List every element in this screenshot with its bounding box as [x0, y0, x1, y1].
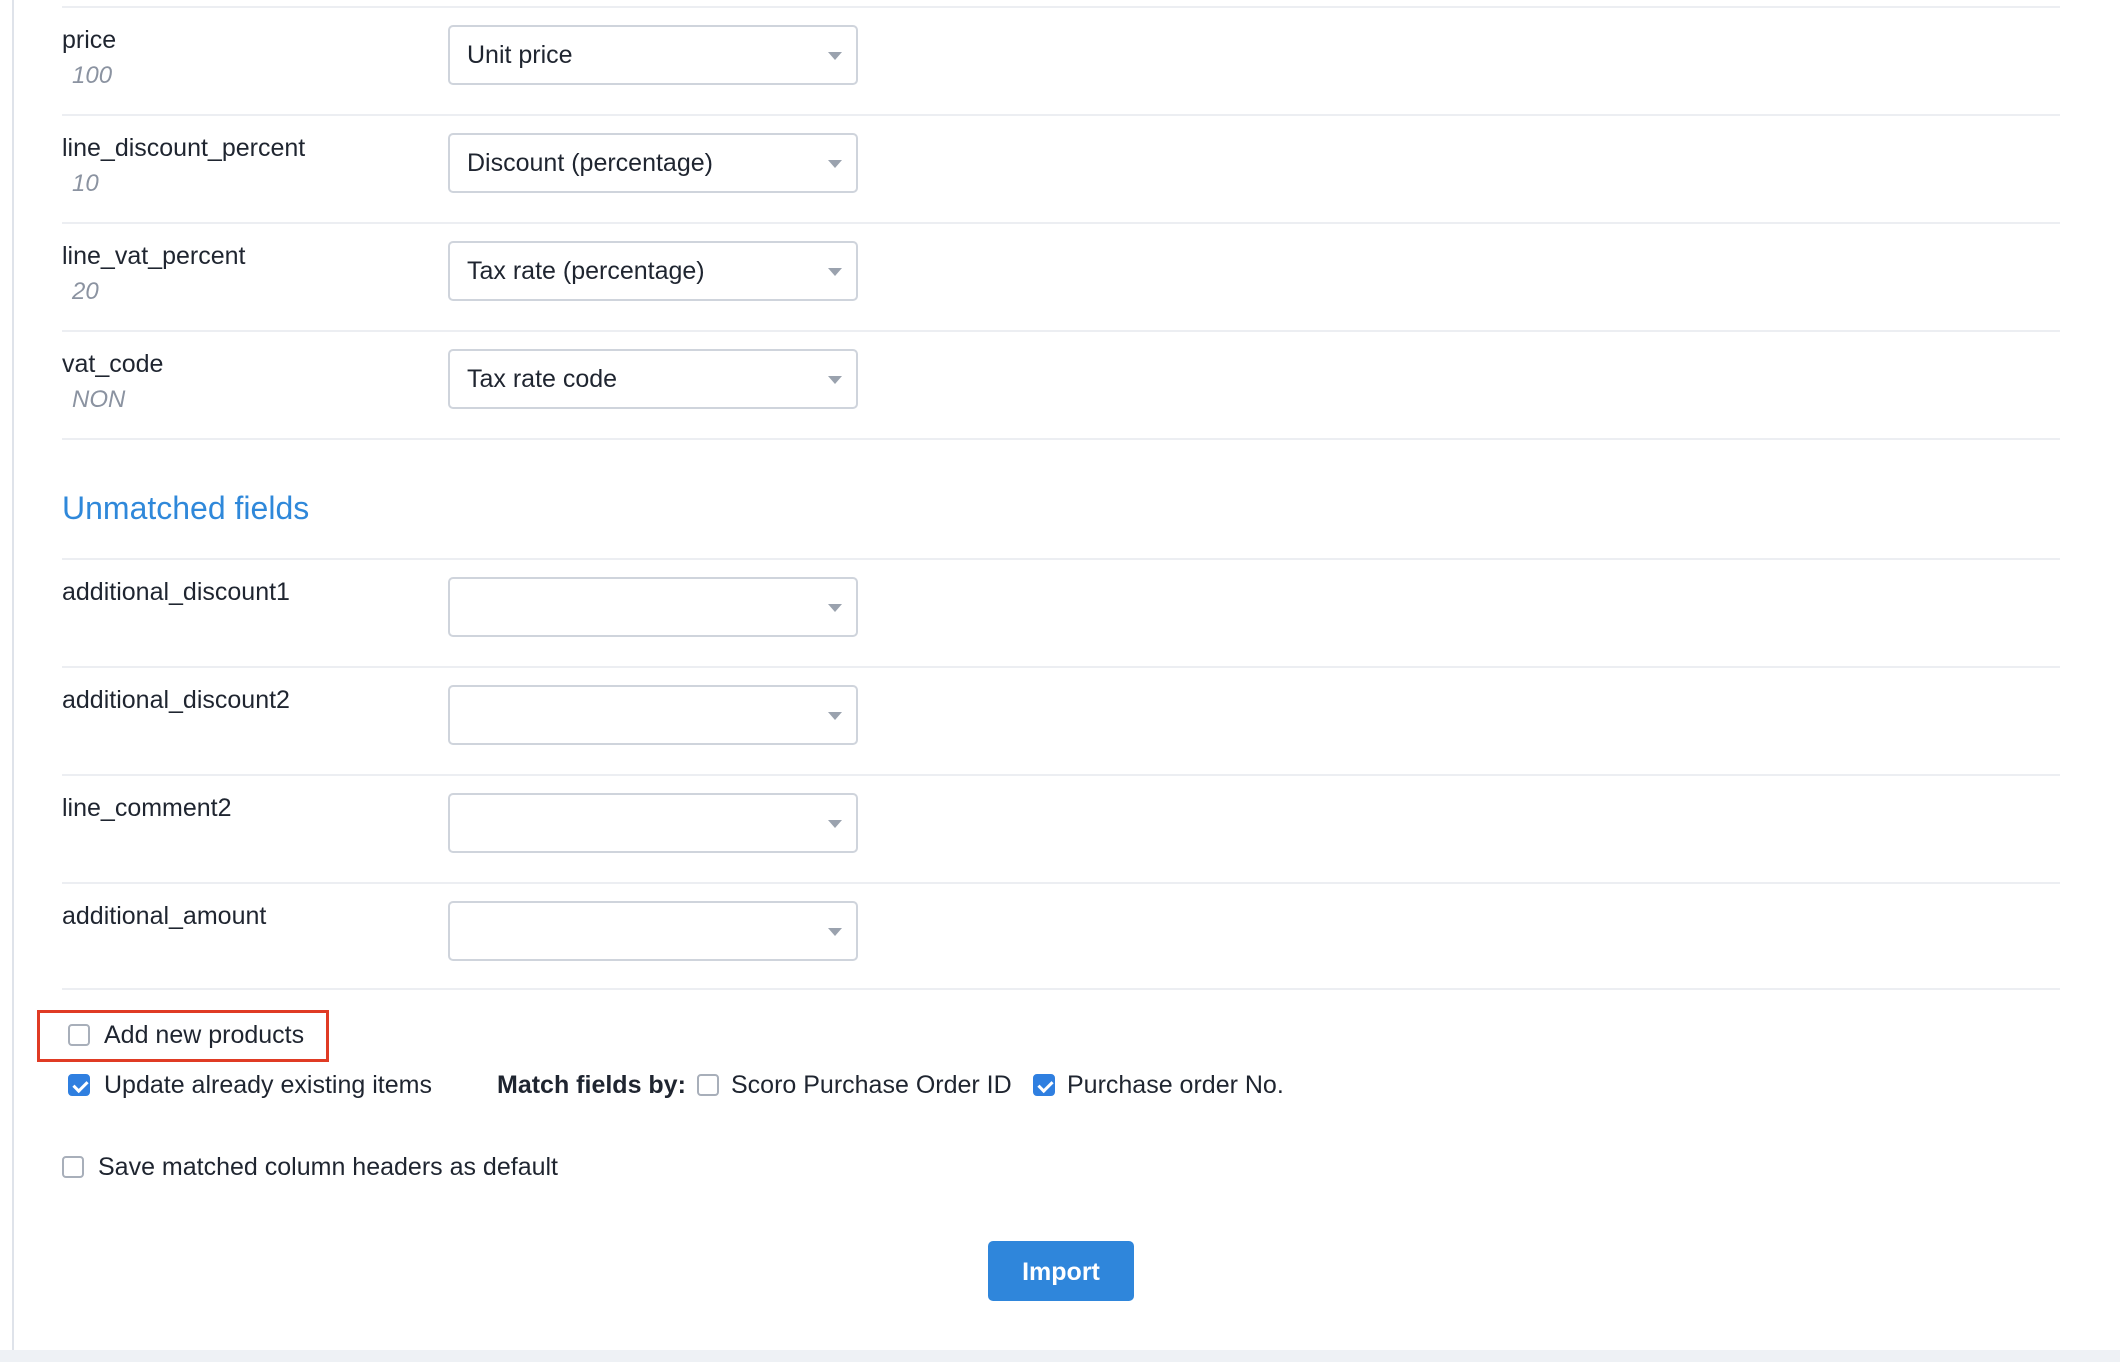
field-sample-value: NON: [72, 386, 126, 413]
field-sample-value: 100: [72, 62, 113, 89]
select-value: Unit price: [467, 41, 573, 69]
po-number-checkbox[interactable]: [1033, 1074, 1055, 1096]
section-divider: [62, 438, 2060, 488]
field-mapping-select[interactable]: [448, 901, 858, 961]
unmatched-fields-heading: Unmatched fields: [62, 490, 310, 526]
caret-down-icon: [828, 268, 842, 276]
field-mapping-select[interactable]: [448, 685, 858, 745]
page-footer-strip: [0, 1350, 2120, 1362]
field-mapping-select[interactable]: Tax rate (percentage): [448, 241, 858, 301]
field-sample-value: 10: [72, 170, 99, 197]
field-name: line_comment2: [62, 794, 232, 822]
field-row-price: price 100 Unit price: [62, 6, 2060, 114]
save-headers-label: Save matched column headers as default: [98, 1153, 558, 1181]
field-row-additional-discount1: additional_discount1: [62, 558, 2060, 666]
caret-down-icon: [828, 376, 842, 384]
add-new-products-label: Add new products: [104, 1021, 305, 1049]
caret-down-icon: [828, 52, 842, 60]
field-row-additional-discount2: additional_discount2: [62, 666, 2060, 774]
field-row-line-comment2: line_comment2: [62, 774, 2060, 882]
caret-down-icon: [828, 604, 842, 612]
update-existing-label: Update already existing items: [104, 1071, 432, 1099]
import-button[interactable]: Import: [988, 1241, 1134, 1301]
caret-down-icon: [828, 712, 842, 720]
field-mapping-select[interactable]: Unit price: [448, 25, 858, 85]
import-options: Add new products Update already existing…: [0, 1006, 2120, 1346]
field-row-vat-code: vat_code NON Tax rate code: [62, 330, 2060, 438]
caret-down-icon: [828, 160, 842, 168]
import-mapping-page: price 100 Unit price line_discount_perce…: [0, 0, 2120, 1362]
caret-down-icon: [828, 820, 842, 828]
scoro-po-id-label: Scoro Purchase Order ID: [731, 1071, 1012, 1099]
field-name: additional_discount1: [62, 578, 290, 606]
field-row-line-discount-percent: line_discount_percent 10 Discount (perce…: [62, 114, 2060, 222]
field-mapping-select[interactable]: Tax rate code: [448, 349, 858, 409]
save-headers-checkbox[interactable]: [62, 1156, 84, 1178]
field-mapping-list: price 100 Unit price line_discount_perce…: [62, 0, 2060, 990]
field-name: price: [62, 26, 117, 54]
field-name: line_vat_percent: [62, 242, 246, 270]
caret-down-icon: [828, 928, 842, 936]
scoro-po-id-checkbox[interactable]: [697, 1074, 719, 1096]
select-value: Tax rate code: [467, 365, 618, 393]
field-mapping-select[interactable]: [448, 577, 858, 637]
field-name: line_discount_percent: [62, 134, 306, 162]
field-name: additional_discount2: [62, 686, 290, 714]
field-name: additional_amount: [62, 902, 267, 930]
field-row-line-vat-percent: line_vat_percent 20 Tax rate (percentage…: [62, 222, 2060, 330]
add-new-products-checkbox[interactable]: [68, 1024, 90, 1046]
field-name: vat_code: [62, 350, 164, 378]
field-mapping-select[interactable]: Discount (percentage): [448, 133, 858, 193]
select-value: Tax rate (percentage): [467, 257, 705, 285]
match-fields-by-label: Match fields by:: [497, 1071, 686, 1099]
field-sample-value: 20: [72, 278, 99, 305]
po-number-label: Purchase order No.: [1067, 1071, 1284, 1099]
select-value: Discount (percentage): [467, 149, 713, 177]
field-mapping-select[interactable]: [448, 793, 858, 853]
update-existing-checkbox[interactable]: [68, 1074, 90, 1096]
field-row-additional-amount: additional_amount: [62, 882, 2060, 990]
